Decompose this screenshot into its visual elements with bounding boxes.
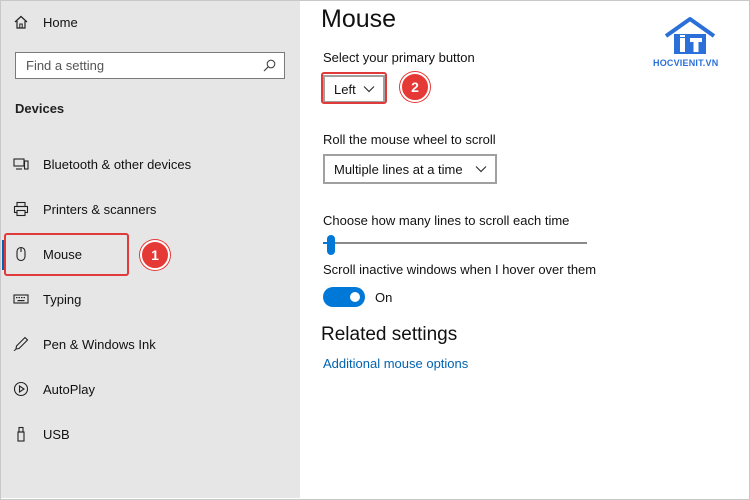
slider-thumb[interactable] [327,235,335,255]
related-settings-heading: Related settings [321,324,458,345]
logo-house-icon [664,17,716,54]
hocvienit-logo: HOCVIENIT.VN [645,16,735,72]
bluetooth-devices-icon [13,158,29,170]
printer-icon [13,201,29,217]
sidebar-item-usb[interactable]: USB [13,423,70,445]
sidebar-item-bluetooth[interactable]: Bluetooth & other devices [13,153,191,175]
sidebar-item-typing[interactable]: Typing [13,288,81,310]
mouse-highlight-box [4,233,129,276]
page-title: Mouse [321,5,397,33]
keyboard-icon [13,294,29,304]
scroll-wheel-label: Roll the mouse wheel to scroll [323,132,496,147]
chevron-down-icon [475,166,487,173]
primary-button-highlight-box [321,72,387,104]
sidebar-item-label: USB [43,426,70,442]
sidebar-item-label: AutoPlay [43,381,96,397]
scroll-wheel-value: Multiple lines at a time [334,161,463,177]
sidebar-item-label: Printers & scanners [43,201,157,217]
sidebar-item-autoplay[interactable]: AutoPlay [13,378,95,400]
search-input[interactable]: Find a setting [15,52,285,79]
home-label: Home [43,14,78,30]
additional-mouse-options-link[interactable]: Additional mouse options [323,356,468,371]
inactive-scroll-label: Scroll inactive windows when I hover ove… [323,262,597,277]
primary-button-label: Select your primary button [323,50,475,65]
sidebar-item-label: Pen & Windows Ink [43,336,156,352]
lines-scroll-label: Choose how many lines to scroll each tim… [323,213,570,228]
section-title: Devices [15,101,65,116]
lines-scroll-slider[interactable] [323,242,587,244]
sidebar-item-label: Bluetooth & other devices [43,156,192,172]
pen-icon [13,336,29,351]
search-icon[interactable] [263,59,276,72]
sidebar-item-pen[interactable]: Pen & Windows Ink [13,333,156,355]
inactive-scroll-toggle[interactable] [323,287,365,307]
sidebar-item-printers[interactable]: Printers & scanners [13,198,156,220]
toggle-state-label: On [375,290,393,305]
search-placeholder: Find a setting [26,58,105,73]
sidebar-item-label: Typing [43,291,82,307]
step-badge-2: 2 [400,72,430,102]
home-nav-item[interactable]: Home [13,11,78,33]
autoplay-icon [13,381,29,397]
logo-text: HOCVIENIT.VN [653,58,719,68]
toggle-knob [350,292,360,302]
home-icon [14,15,28,29]
usb-icon [17,426,25,442]
step-badge-1: 1 [140,240,170,270]
scroll-wheel-dropdown[interactable]: Multiple lines at a time [323,154,497,184]
